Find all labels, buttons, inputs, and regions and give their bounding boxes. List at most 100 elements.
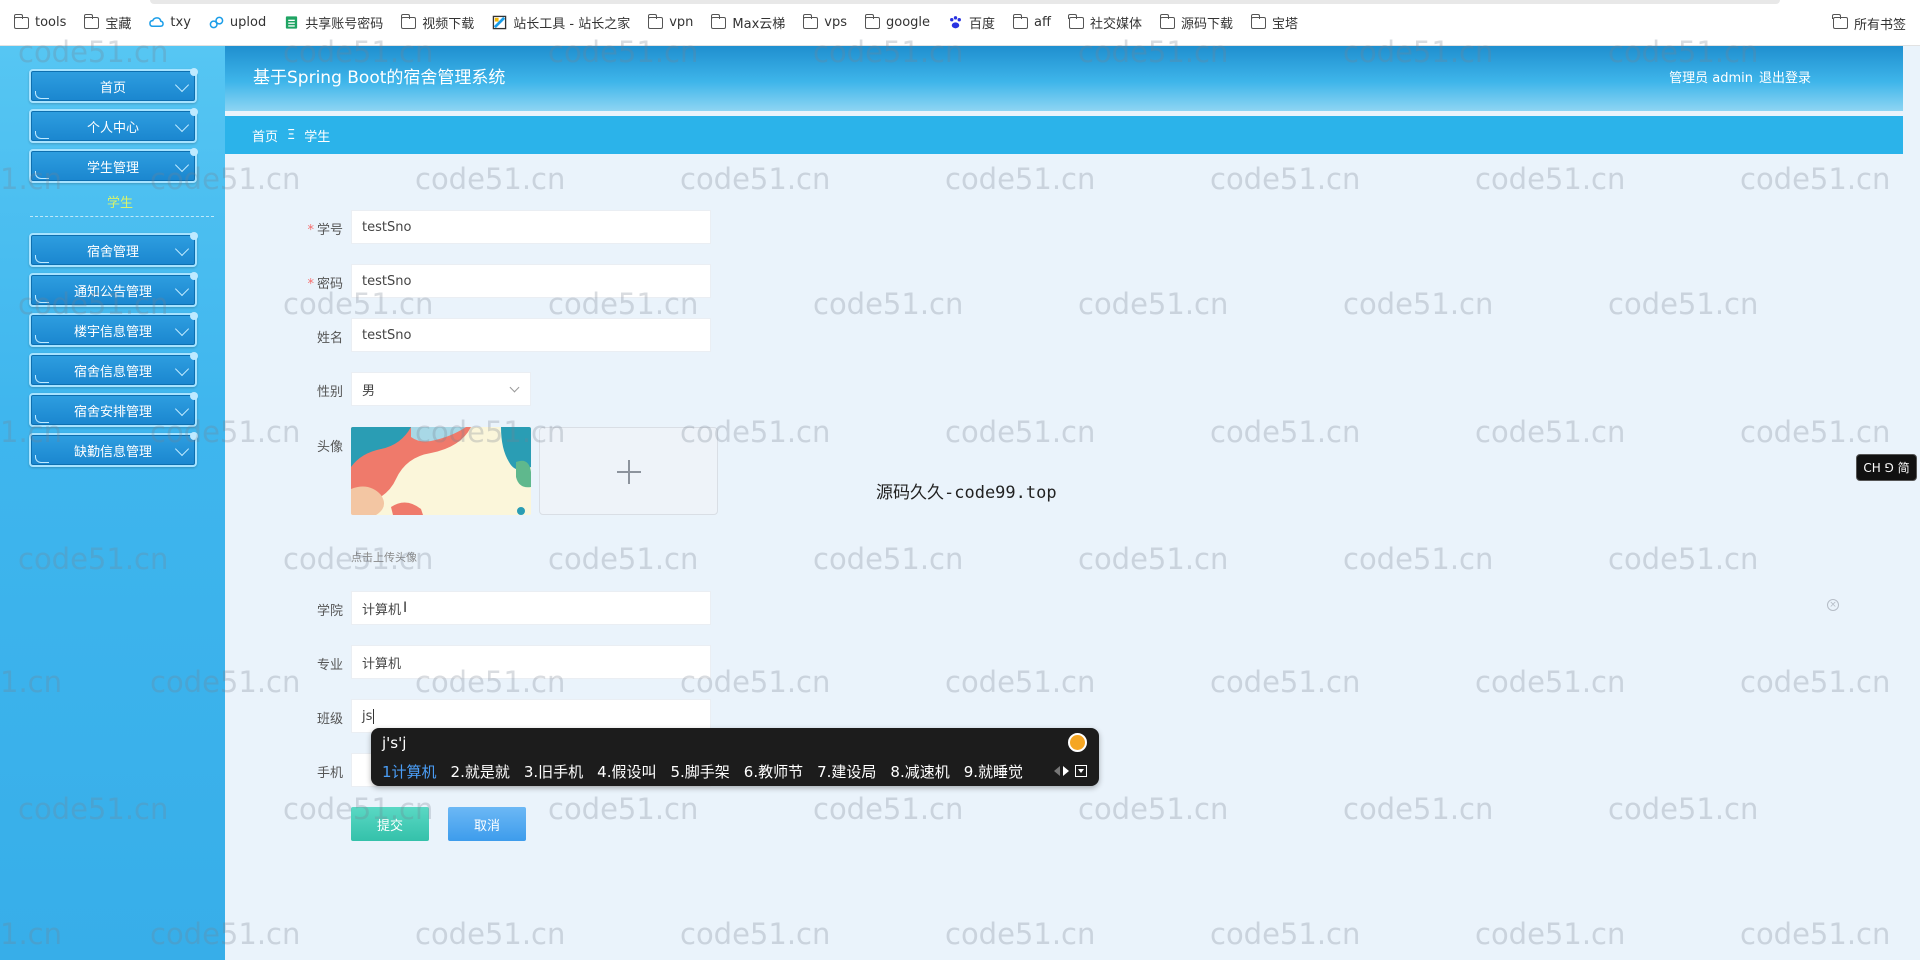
folder-icon [1250, 13, 1267, 29]
ime-candidate[interactable]: 3.旧手机 [524, 761, 583, 782]
watermark-text: code51.cn [945, 415, 1096, 449]
breadcrumb-home[interactable]: 首页 [252, 126, 278, 145]
bookmark-aff[interactable]: aff [1012, 13, 1051, 30]
ime-expand-icon[interactable] [1075, 765, 1087, 777]
avatar-upload-tip: 点击上传头像 [351, 551, 417, 564]
folder-icon [1159, 13, 1175, 29]
password-label: * 密码 [307, 277, 343, 292]
bookmark-source-download[interactable]: 源码下载 [1159, 13, 1233, 32]
plus-icon-vertical [628, 460, 630, 484]
corner-decoration [190, 352, 198, 360]
folder-icon [83, 13, 100, 29]
bookmark-tools[interactable]: tools [13, 13, 66, 30]
ime-candidate-window: j's'j 1计算机 2.就是就 3.旧手机 4.假设叫 5.脚手架 6.教师节… [371, 728, 1099, 786]
swirl-decoration [35, 455, 49, 463]
folder-icon [400, 13, 417, 29]
folder-icon [13, 13, 29, 29]
input-language-badge[interactable]: CH ⅁ 简 [1856, 454, 1917, 481]
watermark-text: code51.cn [680, 917, 831, 951]
bookmarks-bar: tools 宝藏 txy uplod 共享账号密码 视频下载 站长工具 - 站长… [0, 0, 1920, 46]
bookmark-chinaz[interactable]: 站长工具 - 站长之家 [492, 13, 630, 32]
link-icon [209, 16, 224, 29]
bookmark-txy[interactable]: txy [149, 15, 191, 30]
ime-candidate[interactable]: 6.教师节 [744, 761, 803, 782]
ime-candidate[interactable]: 1计算机 [382, 761, 437, 782]
watermark-text: code51.cn [1475, 665, 1626, 699]
bookmark-google[interactable]: google [864, 13, 930, 30]
watermark-text: code51.cn [1608, 542, 1759, 576]
sidebar-item-dorm-management[interactable]: 宿舍管理 [29, 232, 198, 267]
avatar-image-art [351, 427, 531, 515]
bookmark-shared-accounts[interactable]: 共享账号密码 [284, 13, 383, 32]
ime-candidate[interactable]: 7.建设局 [817, 761, 876, 782]
watermark-text: code51.cn [945, 665, 1096, 699]
site-icon [492, 15, 507, 30]
logout-link[interactable]: 退出登录 [1759, 67, 1811, 86]
breadcrumb-separator: Ξ [287, 127, 296, 143]
sidebar-item-dorm-arrangement[interactable]: 宿舍安排管理 [29, 392, 198, 427]
watermark-text: code51.cn [945, 917, 1096, 951]
chevron-down-icon [174, 241, 190, 257]
ime-logo-icon [1068, 733, 1087, 752]
watermark-text: code51.cn [1343, 792, 1494, 826]
watermark-text: code51.cn [945, 162, 1096, 196]
bookmark-treasure[interactable]: 宝藏 [83, 13, 131, 32]
sidebar-item-student-management[interactable]: 学生管理 [29, 148, 198, 183]
sidebar-item-notice-management[interactable]: 通知公告管理 [29, 272, 198, 307]
bookmark-bt[interactable]: 宝塔 [1250, 13, 1298, 32]
ime-next-page-icon[interactable] [1063, 766, 1069, 776]
password-input[interactable]: testSno [351, 264, 711, 298]
ime-candidate[interactable]: 8.减速机 [890, 761, 949, 782]
watermark-text: code51.cn [813, 542, 964, 576]
submit-button[interactable]: 提交 [351, 807, 429, 841]
sidebar-item-dorm-info-management[interactable]: 宿舍信息管理 [29, 352, 198, 387]
chevron-down-icon [174, 441, 190, 457]
watermark-text: code51.cn [680, 162, 831, 196]
avatar-preview[interactable] [351, 427, 531, 515]
watermark-text: code51.cn [548, 542, 699, 576]
sno-input[interactable]: testSno [351, 210, 711, 244]
corner-decoration [190, 68, 198, 76]
ime-candidate[interactable]: 2.就是就 [451, 761, 510, 782]
watermark-text: code51.cn [813, 792, 964, 826]
watermark-text: code51.cn [1475, 917, 1626, 951]
bookmark-max[interactable]: Max云梯 [710, 13, 785, 32]
ime-candidate[interactable]: 9.就睡觉 [964, 761, 1023, 782]
bookmark-vpn[interactable]: vpn [647, 13, 693, 30]
sidebar-item-building-management[interactable]: 楼宇信息管理 [29, 312, 198, 347]
phone-label: 手机 [316, 766, 343, 781]
sidebar-item-profile[interactable]: 个人中心 [29, 108, 198, 143]
college-input[interactable]: 计算机 I [351, 591, 711, 625]
ime-candidates: 1计算机 2.就是就 3.旧手机 4.假设叫 5.脚手架 6.教师节 7.建设局… [382, 761, 1037, 782]
all-bookmarks[interactable]: 所有书签 [1832, 0, 1906, 46]
gender-select[interactable]: 男 [351, 372, 531, 406]
watermark-text: code51.cn [415, 162, 566, 196]
corner-decoration [190, 392, 198, 400]
bookmark-social[interactable]: 社交媒体 [1068, 13, 1142, 32]
chevron-down-icon [174, 321, 190, 337]
ime-prev-page-icon[interactable] [1054, 766, 1060, 776]
swirl-decoration [35, 91, 49, 99]
class-label: 班级 [316, 712, 343, 727]
ime-candidate[interactable]: 5.脚手架 [670, 761, 729, 782]
gender-label: 性别 [316, 385, 343, 400]
chevron-down-icon [174, 117, 190, 133]
bookmark-baidu[interactable]: 百度 [948, 13, 995, 32]
bookmark-video-download[interactable]: 视频下载 [400, 13, 474, 32]
major-label: 专业 [316, 658, 343, 673]
name-input[interactable]: testSno [351, 318, 711, 352]
ime-candidate[interactable]: 4.假设叫 [597, 761, 656, 782]
source-note: 源码久久-code99.top [876, 483, 1057, 503]
bookmark-vps[interactable]: vps [802, 13, 847, 30]
watermark-text: code51.cn [1343, 287, 1494, 321]
current-user: 管理员 admin [1669, 71, 1753, 86]
sidebar-item-absence-management[interactable]: 缺勤信息管理 [29, 432, 198, 467]
major-input[interactable]: 计算机 [351, 645, 711, 679]
folder-icon [864, 13, 880, 29]
sidebar-item-home[interactable]: 首页 [29, 68, 198, 103]
close-icon[interactable]: × [1827, 599, 1839, 611]
sidebar-subitem-student[interactable]: 学生 [30, 192, 210, 211]
avatar-upload-button[interactable] [539, 427, 718, 515]
cancel-button[interactable]: 取消 [448, 807, 526, 841]
bookmark-uplod[interactable]: uplod [209, 15, 266, 30]
